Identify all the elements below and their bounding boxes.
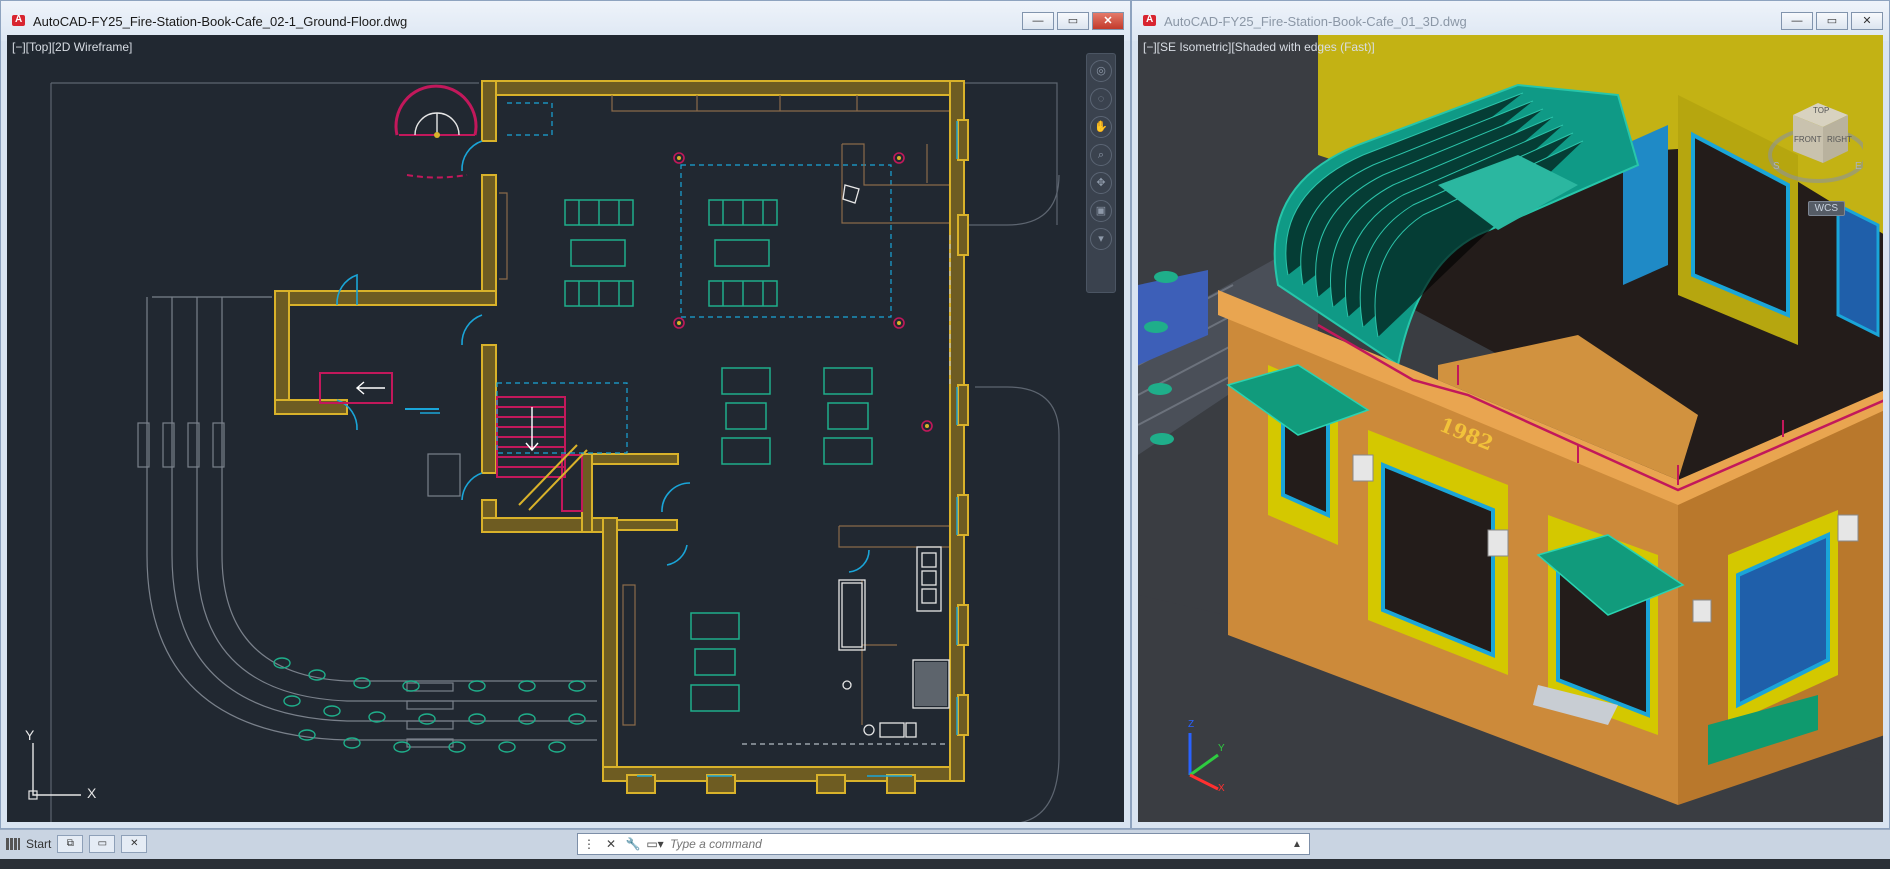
- ucs-x-label: X: [87, 785, 97, 801]
- wrench-icon[interactable]: 🔧: [622, 837, 644, 851]
- window-title: AutoCAD-FY25_Fire-Station-Book-Cafe_02-1…: [33, 13, 408, 29]
- viewcube-front-face[interactable]: FRONT: [1794, 135, 1822, 144]
- restore-button[interactable]: ▭: [1057, 12, 1089, 30]
- zoom-extents-icon[interactable]: ⌕: [1090, 144, 1112, 166]
- drawing-window-3d[interactable]: AutoCAD-FY25_Fire-Station-Book-Cafe_01_3…: [1131, 0, 1890, 829]
- window-title: AutoCAD-FY25_Fire-Station-Book-Cafe_01_3…: [1164, 13, 1467, 29]
- ucs-icon-3d: Z Y X: [1178, 715, 1238, 795]
- drawing-canvas-3d[interactable]: [−][SE Isometric][Shaded with edges (Fas…: [1138, 35, 1883, 822]
- orbit-3d-icon[interactable]: ✥: [1090, 172, 1112, 194]
- command-input[interactable]: [670, 837, 1285, 851]
- minimize-button[interactable]: —: [1781, 12, 1813, 30]
- ucs-z-label: Z: [1188, 719, 1195, 730]
- viewport-controls-label[interactable]: [−][SE Isometric][Shaded with edges (Fas…: [1143, 40, 1375, 54]
- minimize-button[interactable]: —: [1022, 12, 1054, 30]
- start-tab[interactable]: Start ⧉ ▭ ✕: [0, 833, 153, 855]
- maximize-button[interactable]: ▭: [89, 835, 116, 853]
- close-icon[interactable]: ✕: [600, 837, 622, 851]
- drawing-canvas-2d[interactable]: [−][Top][2D Wireframe] Y X ◎ ◌ ✋ ⌕ ✥ ▣ ▾: [7, 35, 1124, 822]
- ucs-y-label: Y: [1218, 743, 1225, 754]
- drawing-window-ground-floor[interactable]: AutoCAD-FY25_Fire-Station-Book-Cafe_02-1…: [0, 0, 1131, 829]
- nav-menu-icon[interactable]: ▾: [1090, 228, 1112, 250]
- navigation-bar[interactable]: ◎ ◌ ✋ ⌕ ✥ ▣ ▾: [1086, 53, 1116, 293]
- compass-south[interactable]: S: [1773, 161, 1780, 172]
- tile-windows-button[interactable]: ⧉: [57, 835, 84, 853]
- autocad-icon: [11, 13, 27, 29]
- grip-handle-icon[interactable]: ⋮: [578, 837, 600, 851]
- viewcube[interactable]: TOP FRONT RIGHT S E: [1763, 75, 1863, 205]
- show-motion-icon[interactable]: ▣: [1090, 200, 1112, 222]
- ucs-y-label: Y: [25, 727, 35, 743]
- floor-plan-drawing: [50, 80, 1060, 822]
- close-button[interactable]: ✕: [1851, 12, 1883, 30]
- status-bar: Start ⧉ ▭ ✕ ⋮ ✕ 🔧 ▭▾ ▲: [0, 829, 1890, 869]
- start-tab-label: Start: [26, 837, 52, 851]
- viewcube-top-face[interactable]: TOP: [1813, 106, 1829, 115]
- recent-commands-icon[interactable]: ▭▾: [644, 837, 666, 851]
- orbit-icon[interactable]: ◌: [1090, 88, 1112, 110]
- ucs-x-label: X: [1218, 783, 1225, 794]
- history-toggle-icon[interactable]: ▲: [1285, 839, 1309, 850]
- grid-icon: [6, 838, 20, 850]
- compass-east[interactable]: E: [1855, 161, 1862, 172]
- command-line[interactable]: ⋮ ✕ 🔧 ▭▾ ▲: [577, 833, 1310, 855]
- close-all-button[interactable]: ✕: [121, 835, 148, 853]
- restore-button[interactable]: ▭: [1816, 12, 1848, 30]
- ucs-icon-2d: Y X: [25, 727, 97, 805]
- close-button[interactable]: ✕: [1092, 12, 1124, 30]
- status-strip: [0, 859, 1890, 869]
- steering-wheel-icon[interactable]: ◎: [1090, 60, 1112, 82]
- viewcube-right-face[interactable]: RIGHT: [1827, 135, 1852, 144]
- wcs-menu[interactable]: WCS: [1807, 201, 1845, 216]
- pan-hand-icon[interactable]: ✋: [1090, 116, 1112, 138]
- autocad-icon: [1142, 13, 1158, 29]
- viewport-controls-label[interactable]: [−][Top][2D Wireframe]: [12, 40, 132, 54]
